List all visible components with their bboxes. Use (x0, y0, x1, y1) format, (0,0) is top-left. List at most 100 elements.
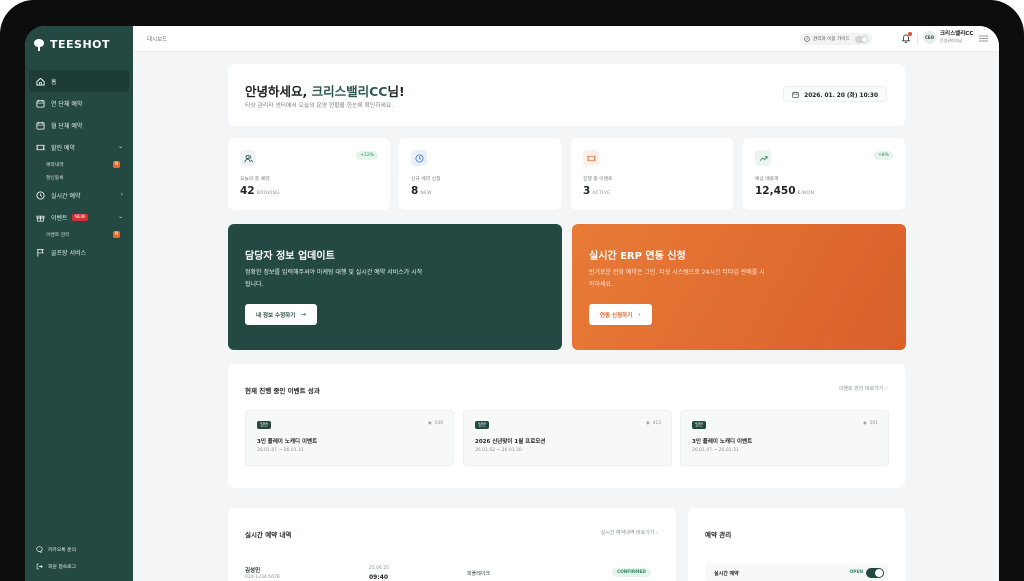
welcome-subtitle: 티샷 관리자 센터에서 오늘의 운영 현황을 한눈에 확인하세요. (245, 103, 394, 109)
sidebar-bottom-label: 카카오톡 문의 (48, 548, 77, 553)
event-tag: 일반 (257, 421, 271, 429)
stat-label: 신규 예약 신청 (411, 177, 441, 182)
manager-info-banner: 담당자 정보 업데이트 정확한 정보를 입력해주셔야 마케팅 대행 및 실시간 … (228, 224, 562, 350)
stat-value: 8 NEW (411, 185, 432, 197)
reservation-manage-section: 예약 관리 실시간 예약 OPEN (688, 508, 905, 581)
edit-my-info-button[interactable]: 내 정보 수정하기 → (245, 304, 317, 325)
home-icon (35, 76, 45, 86)
sidebar-item-event[interactable]: 이벤트 NEW ⌄ (25, 206, 133, 228)
event-card[interactable]: 일반 ◉ 413 2026 신년맞이 1월 프로모션 26.01.02 ~ 26.… (463, 410, 672, 466)
datetime-text: 2026. 01. 20 (화) 10:30 (804, 92, 878, 99)
event-period: 26.01.07 ~ 26.01.31 (257, 448, 304, 453)
sidebar-item-label: 연 단체 예약 (51, 100, 83, 108)
stat-card-active-event[interactable]: 진행 중 이벤트 3 ACTIVE (571, 138, 733, 210)
user-name: 크리스밸리CC (940, 31, 974, 37)
event-views: ◉ 540 (428, 421, 443, 426)
stat-card-revenue[interactable]: +8% 예상 매출액 12,450 K-WON (743, 138, 905, 210)
svg-text:?: ? (806, 37, 808, 41)
sidebar-nav: 홈 연 단체 예약 월 단체 예약 할인 예약 ⌄ 예약내역 N 할인등록 실시… (25, 70, 133, 263)
sidebar-item-label: 이벤트 (51, 214, 68, 222)
sidebar-item-discount[interactable]: 할인 예약 ⌄ (25, 136, 133, 158)
eye-icon: ◉ (646, 421, 650, 426)
chevron-right-icon: › (638, 311, 641, 318)
main-content: 안녕하세요, 크리스밸리CC님! 티샷 관리자 센터에서 오늘의 운영 현황을 … (133, 52, 999, 581)
sidebar-subitem-label: 예약내역 (46, 163, 64, 168)
section-title: 실시간 예약 내역 (245, 531, 292, 539)
avatar: CEO (923, 31, 936, 44)
sidebar-subitem-event-manage[interactable]: 이벤트 관리 N (25, 228, 133, 241)
page-title: 안녕하세요, 크리스밸리CC님! (245, 84, 405, 99)
stat-value: 12,450 K-WON (755, 185, 815, 197)
sidebar-item-label: 골프장 서비스 (51, 249, 87, 257)
trend-up-icon (755, 150, 771, 166)
event-card[interactable]: 일반 ◉ 540 3인 플레이 노캐디 이벤트 26.01.07 ~ 26.01.… (245, 410, 454, 466)
sidebar: TEESHOT 홈 연 단체 예약 월 단체 예약 할인 예약 ⌄ 예약내역 N… (25, 26, 133, 581)
sidebar-item-realtime[interactable]: 실시간 예약 › (25, 184, 133, 206)
erp-apply-button[interactable]: 연동 신청하기 › (589, 304, 652, 325)
logout-icon (35, 563, 43, 571)
event-title: 2026 신년맞이 1월 프로모션 (475, 439, 546, 445)
help-icon: ? (804, 36, 810, 42)
section-title: 현재 진행 중인 이벤트 성과 (245, 387, 320, 395)
sidebar-subitem-discount-register[interactable]: 할인등록 (25, 171, 133, 184)
banner-title: 실시간 ERP 연동 신청 (589, 251, 686, 262)
stat-value: 3 ACTIVE (583, 185, 611, 197)
event-manage-link[interactable]: 이벤트 관리 바로가기 › (839, 385, 887, 392)
admin-guide-toggle[interactable]: ? 관리자 이용 가이드 (800, 33, 872, 45)
customer-phone: 010-1234-5678 (245, 575, 280, 580)
sidebar-item-label: 홈 (51, 78, 57, 86)
menu-icon[interactable] (979, 35, 988, 42)
notification-dot (908, 32, 912, 36)
sidebar-subitem-reservation-list[interactable]: 예약내역 N (25, 158, 133, 171)
event-card[interactable]: 일반 ◉ 561 3인 플레이 노캐디 이벤트 26.01.07 ~ 26.01.… (680, 410, 889, 466)
chevron-right-icon[interactable]: › (121, 191, 123, 198)
realtime-reservation-toggle[interactable] (866, 568, 884, 578)
stat-label: 오늘의 총 예약 (240, 177, 270, 182)
flag-icon (35, 247, 45, 257)
stat-delta: +12% (356, 151, 378, 160)
stat-label: 예상 매출액 (755, 177, 779, 182)
app-logo[interactable]: TEESHOT (33, 38, 110, 51)
top-header: 대시보드 ? 관리자 이용 가이드 CEO 크리스밸리CC 운영관리자님 (133, 26, 999, 52)
table-row[interactable]: 김성민 010-1234-5678 25.06.25 09:40 피플레이크 C… (245, 566, 659, 581)
sidebar-item-monthly-group[interactable]: 월 단체 예약 (25, 114, 133, 136)
user-profile[interactable]: CEO 크리스밸리CC 운영관리자님 (923, 31, 973, 44)
sidebar-bottom-label: 회원 접속로그 (48, 565, 77, 570)
reservation-list-link[interactable]: 실시간 예약내역 바로가기 › (601, 529, 658, 536)
clock-icon (411, 150, 427, 166)
guide-label: 관리자 이용 가이드 (813, 37, 850, 42)
chevron-down-icon[interactable]: ⌄ (118, 213, 123, 220)
calendar-icon (35, 98, 45, 108)
new-badge: N (113, 231, 120, 238)
event-title: 3인 플레이 노캐디 이벤트 (257, 439, 318, 445)
guide-switch[interactable] (854, 35, 868, 43)
event-period: 26.01.02 ~ 26.01.30 (475, 448, 522, 453)
stat-card-total-booking[interactable]: +12% 오늘의 총 예약 42 BOOKING (228, 138, 390, 210)
stat-delta: +8% (874, 151, 893, 160)
sidebar-item-home[interactable]: 홈 (29, 70, 129, 92)
golf-tee-logo-icon (33, 38, 45, 51)
banner-title: 담당자 정보 업데이트 (245, 251, 335, 262)
section-title: 예약 관리 (705, 531, 732, 539)
sidebar-item-golf-service[interactable]: 골프장 서비스 (25, 241, 133, 263)
ticket-icon (583, 150, 599, 166)
event-tag: 일반 (475, 421, 489, 429)
event-views: ◉ 561 (863, 421, 878, 426)
current-datetime: 2026. 01. 20 (화) 10:30 (783, 86, 887, 102)
chevron-down-icon[interactable]: ⌄ (118, 143, 123, 150)
active-events-section: 현재 진행 중인 이벤트 성과 이벤트 관리 바로가기 › 일반 ◉ 540 3인… (228, 364, 905, 488)
event-tag: 일반 (692, 421, 706, 429)
sidebar-item-annual-group[interactable]: 연 단체 예약 (25, 92, 133, 114)
clock-icon (35, 190, 45, 200)
button-label: 내 정보 수정하기 (256, 312, 296, 319)
new-badge: N (113, 161, 120, 168)
status-badge: CONFIRMED (611, 568, 651, 577)
realtime-reservation-setting: 실시간 예약 OPEN (705, 564, 888, 581)
reservation-date: 25.06.25 (369, 566, 390, 571)
member-log-link[interactable]: 회원 접속로그 (25, 558, 133, 575)
stat-value: 42 BOOKING (240, 185, 280, 197)
stat-card-new-request[interactable]: 신규 예약 신청 8 NEW (399, 138, 561, 210)
calendar-icon (35, 120, 45, 130)
kakao-inquiry-link[interactable]: 카카오톡 문의 (25, 541, 133, 558)
new-badge: NEW (71, 213, 89, 221)
